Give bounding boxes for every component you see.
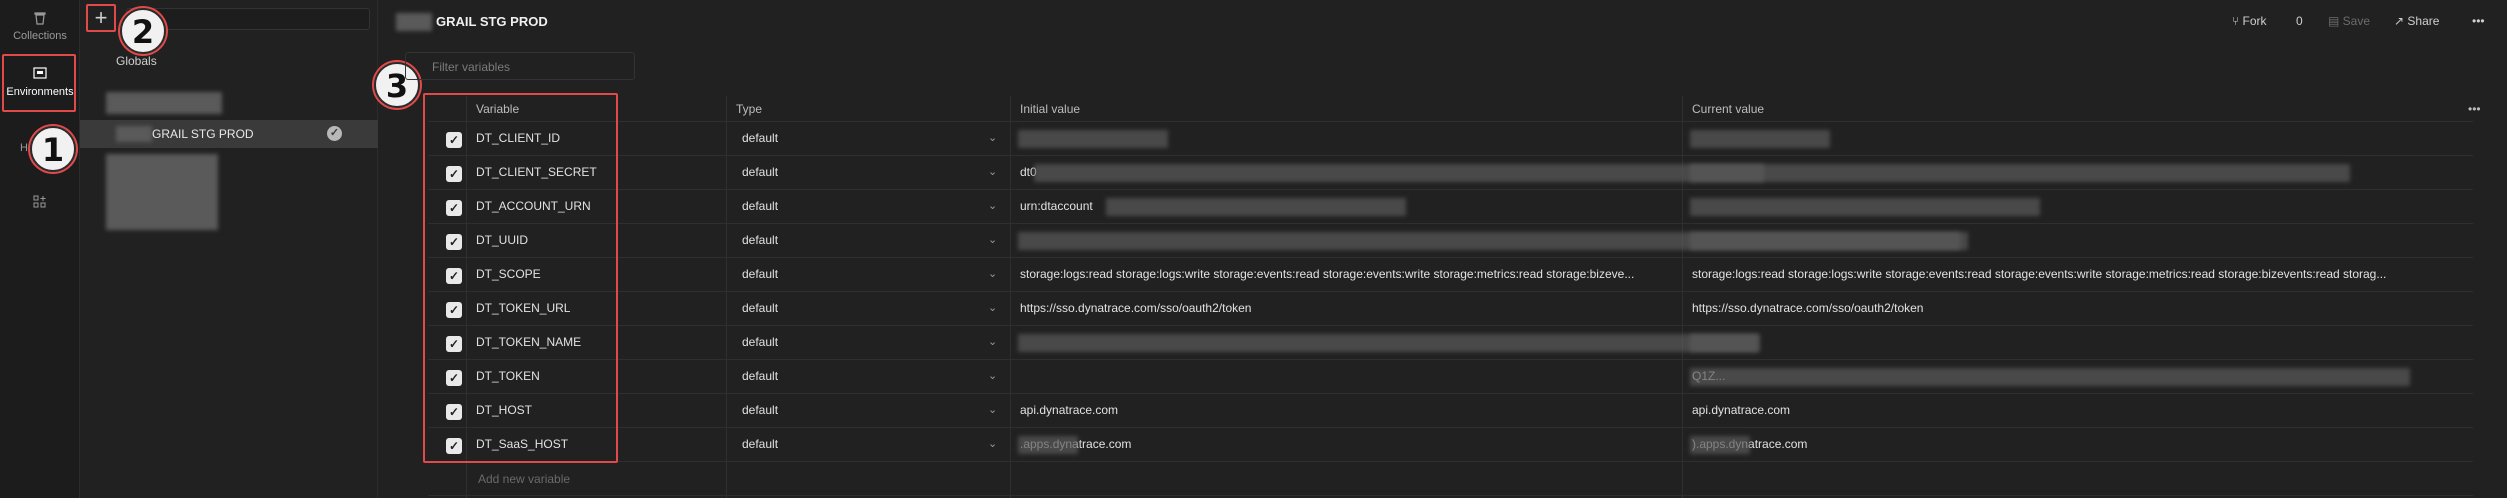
chevron-down-icon[interactable]: ⌄ [988,233,997,246]
column-header-initial: Initial value [1020,102,1081,116]
variable-type[interactable]: default [742,131,778,145]
redacted-initial-value [1018,436,1078,454]
variable-type[interactable]: default [742,267,778,281]
initial-value[interactable]: api.dynatrace.com [1020,403,1118,417]
environments-highlight [2,54,76,112]
variable-type[interactable]: default [742,437,778,451]
variables-table: Variable Type Initial value Current valu… [428,96,2481,496]
annotation-badge-2: 2 [120,8,166,54]
redacted-current-value [1690,436,1750,454]
share-label: Share [2407,14,2440,28]
redacted-title-prefix [396,13,432,31]
apps-grid-icon [33,195,46,208]
redacted-current-value [1690,130,1830,148]
chevron-down-icon[interactable]: ⌄ [988,369,997,382]
column-options-button[interactable]: ••• [2468,102,2481,116]
table-row[interactable]: ✓ DT_TOKEN_NAME default ⌄ [428,326,2473,360]
table-row[interactable]: ✓ DT_SCOPE default ⌄ storage:logs:read stora… [428,258,2473,292]
redacted-env-name [106,92,222,114]
share-icon: ↗ [2394,14,2408,28]
table-row[interactable]: ✓ DT_CLIENT_SECRET default ⌄ dt0 [428,156,2473,190]
trash-can-icon [34,12,46,25]
redacted-current-value [1690,368,2410,386]
page-title: GRAIL STG PROD [436,14,548,29]
rail-collections-label: Collections [13,30,67,42]
variable-type[interactable]: default [742,369,778,383]
redacted-env-prefix [116,126,152,142]
active-check-icon: ✓ [327,126,342,141]
more-actions-button[interactable]: ••• [2472,14,2485,28]
variables-highlight [423,93,618,463]
rail-collections[interactable]: Collections [0,10,80,42]
chevron-down-icon[interactable]: ⌄ [988,199,997,212]
fork-button[interactable]: ⑂ Fork [2232,14,2267,28]
initial-value[interactable]: https://sso.dynatrace.com/sso/oauth2/tok… [1020,301,1251,315]
env-item-label: GRAIL STG PROD [152,127,254,141]
table-row[interactable]: ✓ DT_HOST default ⌄ api.dynatrace.com api.dyn… [428,394,2473,428]
chevron-down-icon[interactable]: ⌄ [988,301,997,314]
sidebar: + Globals GRAIL STG PROD ✓ [80,0,378,498]
share-button[interactable]: ↗ Share [2394,14,2439,28]
variable-type[interactable]: default [742,403,778,417]
table-row[interactable]: ✓ DT_TOKEN_URL default ⌄ https://sso.dynatra… [428,292,2473,326]
table-header: Variable Type Initial value Current valu… [428,96,2481,122]
chevron-down-icon[interactable]: ⌄ [988,131,997,144]
redacted-initial-value [1018,334,1758,352]
redacted-initial-value [1018,130,1168,148]
redacted-current-value [1690,198,2040,216]
current-value[interactable]: storage:logs:read storage:logs:write sto… [1692,267,2386,281]
add-button-highlight [86,4,116,32]
fork-label: Fork [2242,14,2267,28]
annotation-badge-1: 1 [30,126,76,172]
add-new-variable[interactable]: Add new variable [478,472,570,486]
add-variable-row[interactable]: Add new variable [428,462,2473,496]
env-item-grail-stg-prod[interactable]: GRAIL STG PROD ✓ [80,120,378,148]
save-button[interactable]: ▤ Save [2328,14,2370,28]
variable-type[interactable]: default [742,233,778,247]
chevron-down-icon[interactable]: ⌄ [988,335,997,348]
current-value[interactable]: api.dynatrace.com [1692,403,1790,417]
redacted-current-value [1690,334,1760,352]
table-row[interactable]: ✓DT_SaaS_HOSTdefault⌄.apps.dynatrace.com… [428,428,2473,462]
redacted-env-list [106,154,218,230]
filter-variables-input[interactable]: Filter variables [405,52,635,80]
redacted-current-value [1690,232,1960,250]
rail-apps[interactable] [0,194,80,214]
initial-value[interactable]: urn:dtaccount [1020,199,1093,213]
save-label: Save [2342,14,2371,28]
variable-type[interactable]: default [742,335,778,349]
current-value[interactable]: https://sso.dynatrace.com/sso/oauth2/tok… [1692,301,1923,315]
variable-type[interactable]: default [742,199,778,213]
rail-history-label: H [20,142,28,154]
chevron-down-icon[interactable]: ⌄ [988,437,997,450]
chevron-down-icon[interactable]: ⌄ [988,267,997,280]
redacted-initial-value [1034,164,1764,182]
fork-count: 0 [2296,14,2303,28]
globals-item[interactable]: Globals [116,54,157,68]
redacted-initial-value [1106,198,1406,216]
fork-icon: ⑂ [2232,14,2243,28]
save-icon: ▤ [2328,14,2343,28]
column-header-current: Current value [1692,102,1765,116]
table-row[interactable]: ✓ DT_ACCOUNT_URN default ⌄ urn:dtaccount [428,190,2473,224]
table-row[interactable]: ✓ DT_UUID default ⌄ [428,224,2473,258]
filter-placeholder: Filter variables [432,60,511,74]
redacted-current-value [1690,164,2350,182]
variable-type[interactable]: default [742,301,778,315]
initial-value[interactable]: storage:logs:read storage:logs:write sto… [1020,267,1634,281]
table-row[interactable]: ✓DT_TOKENdefault⌄Q1Z... [428,360,2473,394]
chevron-down-icon[interactable]: ⌄ [988,165,997,178]
table-row[interactable]: ✓ DT_CLIENT_ID default ⌄ [428,122,2473,156]
variable-type[interactable]: default [742,165,778,179]
column-header-type: Type [736,102,763,116]
chevron-down-icon[interactable]: ⌄ [988,403,997,416]
